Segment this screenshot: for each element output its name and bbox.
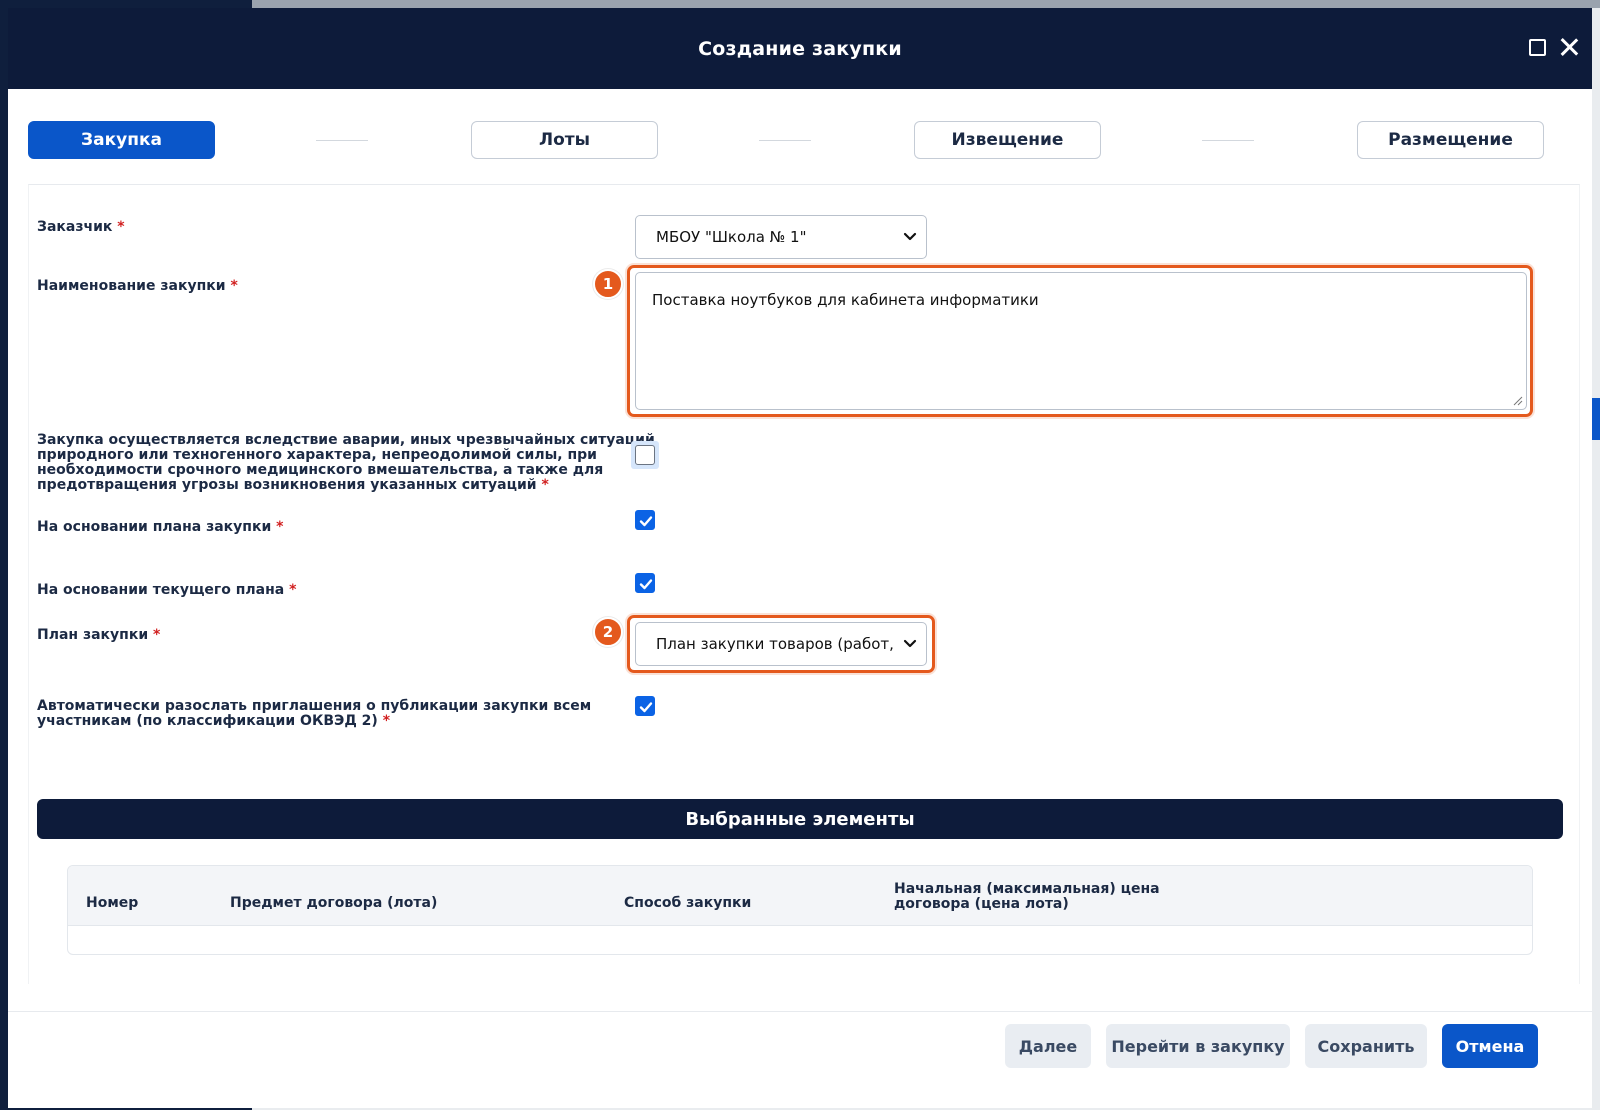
required-mark: * [276, 519, 284, 535]
required-mark: * [541, 477, 549, 493]
based-on-current-plan-checkbox[interactable] [635, 573, 655, 593]
emergency-label: Закупка осуществляется вследствие аварии… [37, 432, 655, 493]
emergency-checkbox[interactable] [635, 445, 655, 465]
required-mark: * [230, 278, 238, 294]
goto-purchase-button[interactable]: Перейти в закупку [1106, 1024, 1290, 1068]
table-header-row: Номер Предмет договора (лота) Способ зак… [68, 866, 1532, 926]
save-button[interactable]: Сохранить [1305, 1024, 1427, 1068]
customer-label: Заказчик * [37, 219, 125, 235]
annotation-badge-1: 1 [593, 269, 623, 299]
chevron-down-icon [903, 232, 917, 241]
step-placement[interactable]: Размещение [1357, 121, 1544, 159]
resize-grip-icon[interactable] [1513, 396, 1523, 406]
create-purchase-dialog: Создание закупки Закупка Лоты Извещение … [8, 8, 1592, 1108]
purchase-name-label: Наименование закупки * [37, 278, 238, 294]
checkmark-icon [639, 579, 653, 590]
purchase-name-textarea[interactable]: Поставка ноутбуков для кабинета информат… [635, 272, 1527, 410]
plan-select-value: План закупки товаров (работ, [656, 635, 894, 653]
required-mark: * [289, 582, 297, 598]
auto-invite-checkbox[interactable] [635, 696, 655, 716]
checkmark-icon [639, 702, 653, 713]
step-lots[interactable]: Лоты [471, 121, 658, 159]
step-notice[interactable]: Извещение [914, 121, 1101, 159]
required-mark: * [117, 219, 125, 235]
close-icon[interactable] [1560, 38, 1578, 56]
based-on-plan-checkbox[interactable] [635, 510, 655, 530]
selected-elements-header: Выбранные элементы [37, 799, 1563, 839]
customer-select[interactable]: МБОУ "Школа № 1" [635, 215, 927, 259]
cancel-button[interactable]: Отмена [1442, 1024, 1538, 1068]
maximize-icon[interactable] [1529, 38, 1546, 56]
wizard-stepper: Закупка Лоты Извещение Размещение [28, 121, 1580, 161]
required-mark: * [153, 627, 161, 643]
chevron-down-icon [903, 639, 917, 648]
required-mark: * [382, 713, 391, 729]
dialog-header: Создание закупки [8, 8, 1592, 89]
column-header-number: Номер [86, 895, 139, 911]
based-on-current-plan-label: На основании текущего плана * [37, 582, 297, 598]
window-controls [1529, 38, 1578, 56]
dialog-title: Создание закупки [698, 37, 902, 60]
step-connector [316, 140, 368, 141]
step-connector [1202, 140, 1254, 141]
plan-label: План закупки * [37, 627, 161, 643]
purchase-name-value: Поставка ноутбуков для кабинета информат… [652, 291, 1039, 309]
column-header-price: Начальная (максимальная) цена договора (… [894, 881, 1160, 912]
plan-select[interactable]: План закупки товаров (работ, [635, 622, 927, 666]
column-header-subject: Предмет договора (лота) [230, 895, 438, 911]
annotation-badge-2: 2 [593, 617, 623, 647]
auto-invite-label: Автоматически разослать приглашения о пу… [37, 698, 592, 729]
step-connector [759, 140, 811, 141]
next-button[interactable]: Далее [1005, 1024, 1091, 1068]
step-purchase[interactable]: Закупка [28, 121, 215, 159]
checkmark-icon [639, 516, 653, 527]
customer-select-value: МБОУ "Школа № 1" [656, 228, 807, 246]
purchase-form: Заказчик * МБОУ "Школа № 1" Наименование… [28, 184, 1580, 984]
selected-elements-table: Номер Предмет договора (лота) Способ зак… [67, 865, 1533, 955]
background-topbar [252, 0, 1600, 8]
based-on-plan-label: На основании плана закупки * [37, 519, 284, 535]
column-header-method: Способ закупки [624, 895, 752, 911]
